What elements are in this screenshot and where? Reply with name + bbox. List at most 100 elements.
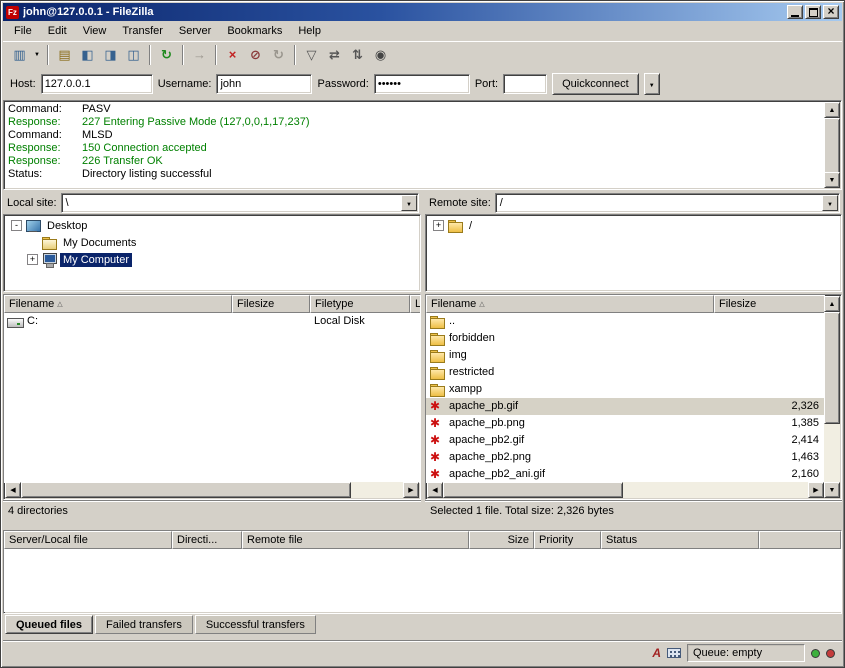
local-tree-item-desktop[interactable]: -Desktop [4, 217, 420, 234]
toggle-local-tree-button[interactable]: ◧ [76, 44, 99, 67]
remote-file-row-item[interactable]: .. [426, 313, 825, 330]
local-column-filename[interactable]: Filename△ [4, 295, 232, 313]
remote-file-row-apache-pb2-gif[interactable]: apache_pb2.gif2,414 [426, 432, 825, 449]
remote-file-row-img[interactable]: img [426, 347, 825, 364]
menu-item-server[interactable]: Server [171, 22, 219, 40]
queue-column-size[interactable]: Size [469, 531, 534, 549]
scroll-down-icon[interactable] [824, 482, 840, 498]
menu-item-file[interactable]: File [6, 22, 40, 40]
queue-column-server-local-file[interactable]: Server/Local file [4, 531, 172, 549]
remote-horizontal-scrollbar[interactable] [427, 482, 824, 498]
transfer-type-icon [652, 646, 661, 660]
horizontal-splitter[interactable] [3, 521, 842, 530]
log-line: Command:PASV [8, 103, 821, 116]
local-site-combo[interactable]: \ [61, 193, 419, 213]
directory-filter-button[interactable]: ▽ [300, 44, 323, 67]
queue-column-remote-file[interactable]: Remote file [242, 531, 469, 549]
local-tree-item-my-documents[interactable]: My Documents [4, 234, 420, 251]
image-file-icon [429, 451, 445, 465]
scroll-right-icon[interactable] [808, 482, 824, 498]
toggle-transfer-queue-button[interactable]: ◫ [122, 44, 145, 67]
queue-column-directi[interactable]: Directi... [172, 531, 242, 549]
disconnect-button[interactable]: ⊘ [244, 44, 267, 67]
sync-browsing-icon: ⇅ [352, 48, 363, 62]
local-column-l[interactable]: L [410, 295, 420, 313]
menu-item-transfer[interactable]: Transfer [114, 22, 171, 40]
scroll-left-icon[interactable] [5, 482, 21, 498]
scroll-left-icon[interactable] [427, 482, 443, 498]
scroll-thumb[interactable] [443, 482, 623, 498]
quickconnect-button[interactable]: Quickconnect [552, 73, 639, 95]
remote-file-name: apache_pb.png [449, 415, 525, 432]
transfer-queue: Server/Local fileDirecti...Remote fileSi… [3, 530, 842, 614]
minimize-button[interactable] [787, 5, 803, 19]
host-input[interactable] [41, 74, 153, 94]
message-log: Command:PASVResponse:227 Entering Passiv… [3, 100, 842, 190]
remote-file-size [714, 347, 825, 364]
local-column-filesize[interactable]: Filesize [232, 295, 310, 313]
scroll-right-icon[interactable] [403, 482, 419, 498]
refresh-button[interactable]: ↻ [155, 44, 178, 67]
cancel-button[interactable]: × [221, 44, 244, 67]
remote-column-filename[interactable]: Filename△ [426, 295, 714, 313]
title-bar[interactable]: Fz john@127.0.0.1 - FileZilla [3, 3, 842, 21]
reconnect-button[interactable]: ↻ [267, 44, 290, 67]
toggle-message-log-button[interactable]: ▤ [53, 44, 76, 67]
tab-queued-files[interactable]: Queued files [5, 615, 93, 634]
remote-file-row-forbidden[interactable]: forbidden [426, 330, 825, 347]
compare-directories-icon: ⇄ [329, 48, 340, 62]
scroll-thumb[interactable] [824, 118, 840, 174]
local-file-row-c[interactable]: C:Local Disk [4, 313, 420, 330]
scroll-thumb[interactable] [21, 482, 351, 498]
menu-item-edit[interactable]: Edit [40, 22, 75, 40]
menu-item-view[interactable]: View [75, 22, 115, 40]
compare-directories-button[interactable]: ⇄ [323, 44, 346, 67]
site-manager-dropdown[interactable] [31, 44, 43, 67]
queue-column-priority[interactable]: Priority [534, 531, 601, 549]
tab-failed-transfers[interactable]: Failed transfers [95, 615, 193, 634]
remote-site-dropdown[interactable] [822, 195, 838, 211]
toolbar-separator [215, 45, 217, 65]
local-file-type: Local Disk [310, 313, 410, 330]
expand-plus-icon[interactable]: + [433, 220, 444, 231]
tab-successful-transfers[interactable]: Successful transfers [195, 615, 316, 634]
toggle-remote-tree-button[interactable]: ◨ [99, 44, 122, 67]
queue-column-status[interactable]: Status [601, 531, 759, 549]
maximize-button[interactable] [805, 5, 821, 19]
remote-file-row-apache-pb2-png[interactable]: apache_pb2.png1,463 [426, 449, 825, 466]
close-button[interactable] [823, 5, 839, 19]
port-input[interactable] [503, 74, 547, 94]
expand-plus-icon[interactable]: + [27, 254, 38, 265]
local-site-dropdown[interactable] [401, 195, 417, 211]
remote-site-combo[interactable]: / [495, 193, 840, 213]
site-manager-button[interactable]: ▥ [8, 44, 31, 67]
find-files-button[interactable]: ◉ [369, 44, 392, 67]
log-scrollbar[interactable] [824, 102, 840, 188]
local-tree-item-my-computer[interactable]: +My Computer [4, 251, 420, 268]
scroll-thumb[interactable] [824, 312, 840, 424]
collapse-minus-icon[interactable]: - [11, 220, 22, 231]
local-column-filetype[interactable]: Filetype [310, 295, 410, 313]
local-horizontal-scrollbar[interactable] [5, 482, 419, 498]
sync-browsing-button[interactable]: ⇅ [346, 44, 369, 67]
remote-column-filesize[interactable]: Filesize [714, 295, 825, 313]
quickconnect-dropdown[interactable] [644, 73, 660, 95]
remote-file-row-restricted[interactable]: restricted [426, 364, 825, 381]
remote-file-row-apache-pb-png[interactable]: apache_pb.png1,385 [426, 415, 825, 432]
local-file-size [232, 313, 310, 330]
close-icon [827, 6, 834, 18]
process-queue-button[interactable]: → [188, 44, 211, 67]
remote-file-row-apache-pb2-ani-gif[interactable]: apache_pb2_ani.gif2,160 [426, 466, 825, 483]
scroll-up-icon[interactable] [824, 102, 840, 118]
remote-vertical-scrollbar[interactable] [824, 296, 840, 498]
remote-file-row-xampp[interactable]: xampp [426, 381, 825, 398]
scroll-down-icon[interactable] [824, 172, 840, 188]
password-input[interactable] [374, 74, 470, 94]
remote-tree-item-item[interactable]: +/ [426, 217, 841, 234]
scroll-up-icon[interactable] [824, 296, 840, 312]
remote-directory-tree: +/ [425, 214, 842, 292]
menu-item-bookmarks[interactable]: Bookmarks [219, 22, 290, 40]
menu-item-help[interactable]: Help [290, 22, 329, 40]
username-input[interactable] [216, 74, 312, 94]
remote-file-row-apache-pb-gif[interactable]: apache_pb.gif2,326 [426, 398, 825, 415]
